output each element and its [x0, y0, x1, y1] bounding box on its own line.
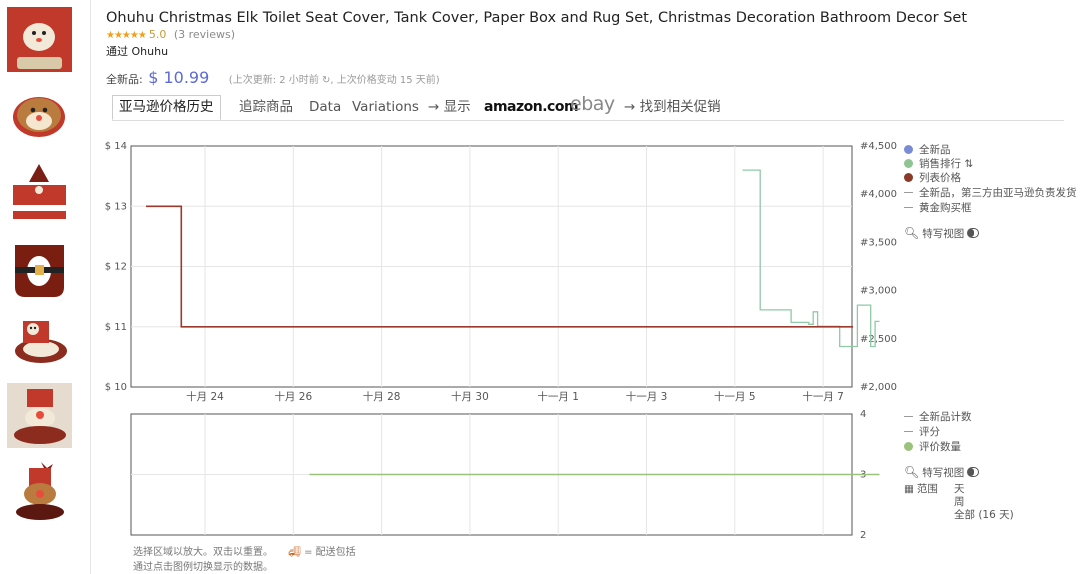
legend-label-review-count: 评价数量 [919, 441, 961, 453]
legend-item-new[interactable]: 全新品 [904, 143, 951, 157]
y-right-tick-label: #2,500 [860, 334, 897, 345]
legend-bottom: 全新品计数 评分 评价数量 🔍︎ 特写视图 ▦ 范围 天 周 全部 (16 天) [904, 410, 1074, 525]
legend-item-review-count[interactable]: 评价数量 [904, 440, 961, 454]
legend-label-third-party: 全新品，第三方由亚马逊负责发货 [919, 187, 1077, 199]
range-all[interactable]: 全部 (16 天) [954, 508, 1014, 522]
review-count-dot [904, 442, 913, 451]
x-tick-label: 十月 26 [274, 390, 312, 403]
list-price-dot [904, 173, 913, 182]
legend-label-list-price: 列表价格 [919, 172, 961, 184]
search-icon: 🔍︎ [904, 465, 920, 479]
close-up-label-bottom: 特写视图 [922, 467, 965, 479]
legend-label-new-count: 全新品计数 [919, 411, 972, 423]
calendar-icon: ▦ [904, 483, 914, 495]
y-left-tick-label: $ 12 [105, 262, 127, 273]
range-week[interactable]: 周 [954, 495, 965, 509]
x-tick-label: 十月 28 [363, 390, 401, 403]
x-tick-label: 十一月 3 [626, 390, 668, 403]
toggle-icon[interactable] [967, 228, 980, 238]
legend-label-sales-rank: 销售排行 [919, 158, 961, 170]
legend-item-rating[interactable]: 评分 [904, 425, 940, 439]
y-right-tick-label-bottom: 4 [860, 409, 866, 420]
legend-item-sales-rank[interactable]: 销售排行 ⇅ [904, 157, 973, 171]
legend-label-rating: 评分 [919, 426, 940, 438]
y-right-tick-label: #4,500 [860, 141, 897, 152]
rating-dash [904, 431, 913, 432]
legend-label-new: 全新品 [919, 144, 951, 156]
toggle-icon[interactable] [967, 467, 980, 477]
y-left-tick-label: $ 11 [105, 322, 127, 333]
y-left-tick-label: $ 13 [105, 201, 127, 212]
close-up-toggle-top[interactable]: 🔍︎ 特写视图 [904, 226, 980, 240]
x-tick-label: 十一月 1 [537, 390, 579, 403]
footer-line-1: 选择区域以放大。双击以重置。 🚚︎ = 配送包括 [133, 543, 356, 558]
third-party-dash [904, 192, 913, 193]
legend-label-buybox: 黄金购买框 [919, 202, 972, 214]
new-count-dash [904, 416, 913, 417]
shipping-note: = 配送包括 [304, 547, 356, 558]
range-day[interactable]: 天 [954, 482, 965, 496]
x-tick-label: 十月 30 [451, 390, 489, 403]
legend-hint: 通过点击图例切换显示的数据。 [133, 562, 273, 573]
sort-icon[interactable]: ⇅ [964, 158, 973, 170]
legend-top: 全新品 销售排行 ⇅ 列表价格 全新品，第三方由亚马逊负责发货 黄金购买框 🔍︎… [904, 143, 1077, 243]
x-tick-label: 十月 24 [186, 390, 224, 403]
close-up-toggle-bottom[interactable]: 🔍︎ 特写视图 [904, 465, 980, 479]
search-icon: 🔍︎ [904, 226, 920, 240]
range-row: ▦ 范围 [904, 482, 938, 496]
zoom-hint: 选择区域以放大。双击以重置。 [133, 547, 273, 558]
y-left-tick-label: $ 14 [105, 141, 127, 152]
legend-item-list-price[interactable]: 列表价格 [904, 171, 961, 185]
range-label: 范围 [916, 483, 938, 495]
y-right-tick-label: #4,000 [860, 189, 897, 200]
sales-rank-dot [904, 159, 913, 168]
close-up-label-top: 特写视图 [922, 228, 965, 240]
y-left-tick-label: $ 10 [105, 382, 127, 393]
y-right-tick-label: #3,000 [860, 286, 897, 297]
y-right-tick-label-bottom: 2 [860, 530, 866, 541]
y-right-tick-label: #2,000 [860, 382, 897, 393]
x-tick-label: 十一月 7 [802, 390, 844, 403]
truck-icon: 🚚︎ [288, 547, 301, 558]
legend-item-new-count[interactable]: 全新品计数 [904, 410, 972, 424]
y-right-tick-label: #3,500 [860, 237, 897, 248]
legend-item-buybox[interactable]: 黄金购买框 [904, 201, 972, 215]
x-tick-label: 十一月 5 [714, 390, 756, 403]
legend-item-third-party[interactable]: 全新品，第三方由亚马逊负责发货 [904, 186, 1077, 200]
new-dot [904, 145, 913, 154]
buybox-dash [904, 207, 913, 208]
